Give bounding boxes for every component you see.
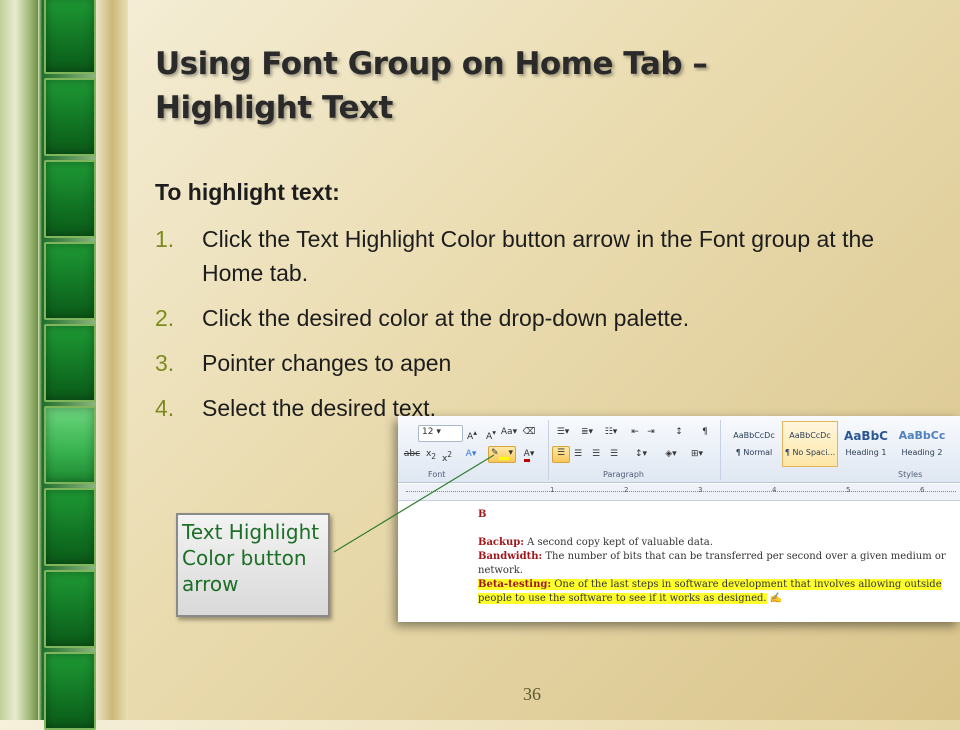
callout-box: Text Highlight Color button arrow <box>176 513 330 617</box>
callout-leader-line <box>333 454 495 553</box>
page-number: 36 <box>523 684 541 704</box>
leader-line <box>333 454 495 553</box>
